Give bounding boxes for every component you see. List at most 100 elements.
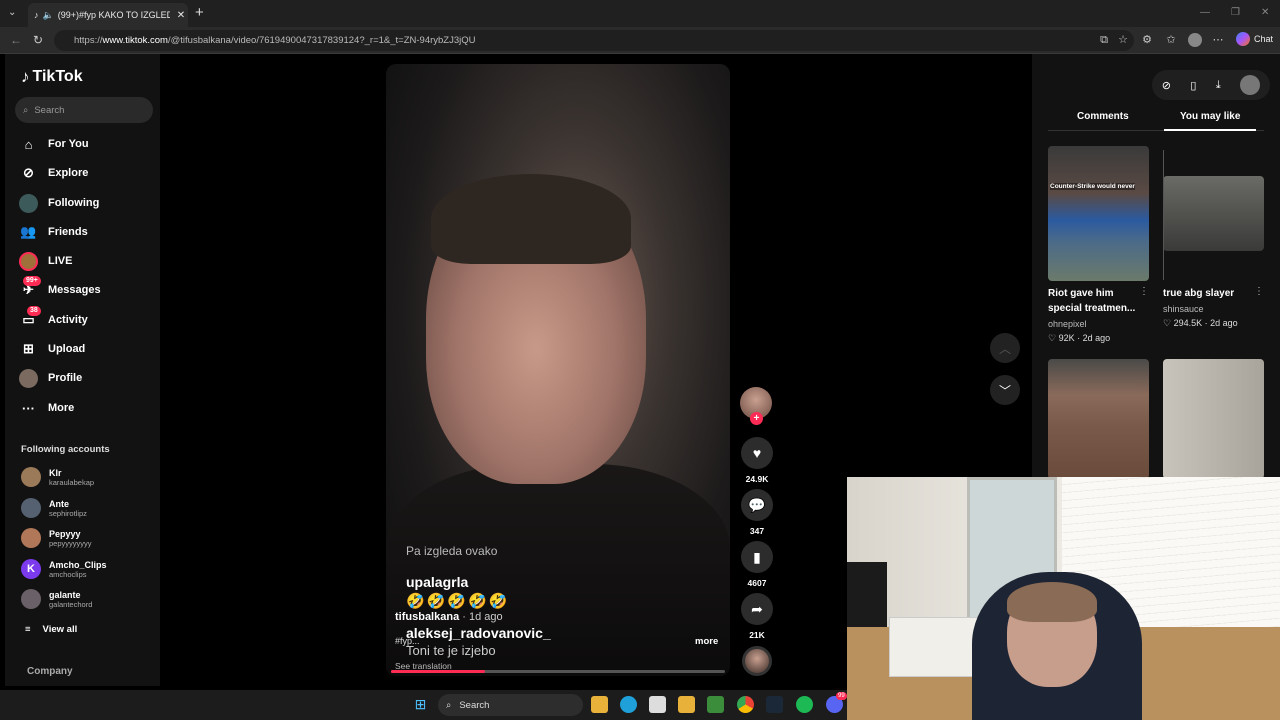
activity-badge: 38	[27, 305, 41, 316]
compass-icon[interactable]: ⊘	[1162, 79, 1171, 92]
split-screen-icon[interactable]: ⧉	[1098, 34, 1110, 46]
video-player[interactable]: Pa izgleda ovako upalagrla 🤣🤣🤣🤣🤣 tifusba…	[386, 64, 730, 676]
edge-icon[interactable]	[620, 696, 637, 713]
steam-icon[interactable]	[766, 696, 783, 713]
refresh-icon[interactable]: ↻	[33, 33, 43, 47]
upload-icon: ⊞	[23, 341, 34, 356]
back-icon[interactable]: ←	[10, 33, 22, 47]
nav-more[interactable]: ··· More	[19, 397, 74, 419]
windows-start-icon[interactable]: ⊞	[412, 696, 429, 713]
account-handle: karaulabekap	[49, 477, 95, 487]
file-explorer-icon[interactable]	[591, 696, 608, 713]
following-account[interactable]: Ante sephirotlipz	[21, 495, 87, 521]
tiktok-logo[interactable]: ♪ TikTok	[21, 67, 83, 87]
minecraft-icon[interactable]	[707, 696, 724, 713]
device-icon[interactable]: ▯	[1190, 79, 1196, 92]
video-thumbnail[interactable]	[1163, 176, 1264, 251]
more-button[interactable]: more	[695, 636, 718, 647]
favorites-icon[interactable]: ✩	[1165, 34, 1177, 46]
bookmark-icon: ▮	[741, 541, 773, 573]
settings-menu-icon[interactable]: ⋯	[1212, 34, 1224, 46]
minimize-icon[interactable]: —	[1200, 7, 1210, 18]
live-icon	[19, 251, 38, 271]
share-button[interactable]: ➦ 21K	[740, 593, 774, 640]
tab-comments[interactable]: Comments	[1077, 111, 1129, 122]
video-author[interactable]: tifusbalkana · 1d ago	[395, 611, 503, 623]
account-handle: sephirotlipz	[49, 508, 87, 518]
video-progress-bar[interactable]	[391, 670, 725, 673]
video-stats: ♡ 92K · 2d ago	[1048, 333, 1111, 343]
messages-badge: 99+	[23, 275, 41, 286]
video-author[interactable]: ohnepixel	[1048, 319, 1087, 329]
follow-plus-icon[interactable]: +	[750, 412, 763, 425]
friends-icon: 👥	[20, 224, 37, 239]
close-window-icon[interactable]: ✕	[1261, 7, 1269, 18]
maximize-icon[interactable]: ❐	[1231, 7, 1240, 18]
following-account[interactable]: K Amcho_Clips amchoclips	[21, 556, 107, 582]
nav-friends[interactable]: 👥 Friends	[19, 221, 87, 243]
nav-profile[interactable]: Profile	[19, 367, 82, 389]
close-tab-icon[interactable]: ✕	[174, 10, 188, 21]
copilot-chat-button[interactable]: Chat	[1236, 32, 1273, 46]
nav-activity[interactable]: ▭ 38 Activity	[19, 305, 88, 331]
discord-icon[interactable]: 99	[826, 692, 847, 713]
address-bar[interactable]: https://www.tiktok.com/@tifusbalkana/vid…	[54, 30, 1134, 51]
user-avatar[interactable]	[1240, 75, 1261, 95]
search-input[interactable]: ⌕ Search	[15, 97, 153, 123]
taskbar: ⊞ ⌕ Search 99	[0, 690, 847, 720]
nav-label: More	[48, 402, 75, 414]
video-thumbnail[interactable]	[1048, 359, 1149, 479]
video-author[interactable]: shinsauce	[1163, 304, 1204, 314]
nav-messages[interactable]: ✈ 99+ Messages	[19, 275, 101, 301]
nav-explore[interactable]: ⊘ Explore	[19, 162, 88, 184]
activity-icon: ▭ 38	[19, 305, 41, 330]
video-thumbnail[interactable]	[1163, 359, 1264, 479]
following-account[interactable]: Pepyyy pepyyyyyyyy	[21, 525, 92, 551]
previous-video-button[interactable]: ︿	[990, 333, 1020, 363]
comment-button[interactable]: 💬 347	[740, 489, 774, 536]
following-account[interactable]: galante galantechord	[21, 586, 92, 612]
avatar	[21, 467, 41, 487]
spotify-icon[interactable]	[796, 696, 813, 713]
download-icon[interactable]: ⤓	[1216, 79, 1221, 92]
video-thumbnail[interactable]: Counter-Strike would never	[1048, 146, 1149, 281]
company-link[interactable]: Company	[27, 666, 73, 677]
following-account[interactable]: Klr karaulabekap	[21, 464, 94, 490]
browser-tab-active[interactable]: ♪ 🔈 (99+)#fyp KAKO TO IZGLEDA ✕	[28, 3, 188, 27]
tab-actions-icon[interactable]: ⌄	[8, 7, 16, 18]
nav-following[interactable]: Following	[19, 192, 99, 214]
heart-outline-icon: ♡	[1163, 318, 1172, 328]
new-tab-icon[interactable]: +	[195, 4, 204, 21]
account-name: Ante	[49, 498, 69, 509]
music-disc-icon[interactable]	[742, 646, 772, 676]
webcam-person-hair	[1007, 582, 1097, 622]
chrome-icon[interactable]	[737, 696, 754, 713]
video-frame-hair	[431, 174, 631, 264]
nav-for-you[interactable]: ⌂ For You	[19, 133, 89, 155]
share-count: 21K	[749, 630, 765, 640]
tab-audio-icon[interactable]: 🔈	[43, 10, 54, 21]
profile-avatar-icon[interactable]	[1188, 33, 1202, 47]
video-title[interactable]: Riot gave him special treatmen...	[1048, 286, 1135, 316]
app-icon[interactable]	[678, 696, 695, 713]
save-button[interactable]: ▮ 4607	[740, 541, 774, 588]
nav-live[interactable]: LIVE	[19, 250, 72, 272]
divider	[1163, 150, 1164, 280]
taskbar-search[interactable]: ⌕ Search	[438, 694, 583, 716]
more-options-icon[interactable]: ⋮	[1254, 286, 1264, 297]
extensions-icon[interactable]: ⚙	[1141, 34, 1153, 46]
following-accounts-title: Following accounts	[21, 444, 110, 455]
nav-label: Activity	[48, 314, 88, 326]
view-all-button[interactable]: ≡ View all	[25, 624, 77, 635]
favorite-star-icon[interactable]: ☆	[1117, 34, 1129, 46]
tiktok-favicon-icon: ♪	[34, 10, 39, 20]
store-icon[interactable]	[649, 696, 666, 713]
avatar	[21, 498, 41, 518]
video-title[interactable]: true abg slayer	[1163, 286, 1234, 301]
tab-you-may-like[interactable]: You may like	[1180, 111, 1240, 122]
next-video-button[interactable]: ﹀	[990, 375, 1020, 405]
more-options-icon[interactable]: ⋮	[1139, 286, 1149, 297]
copilot-icon	[1236, 32, 1250, 46]
like-button[interactable]: ♥ 24.9K	[740, 437, 774, 484]
nav-upload[interactable]: ⊞ Upload	[19, 338, 85, 360]
